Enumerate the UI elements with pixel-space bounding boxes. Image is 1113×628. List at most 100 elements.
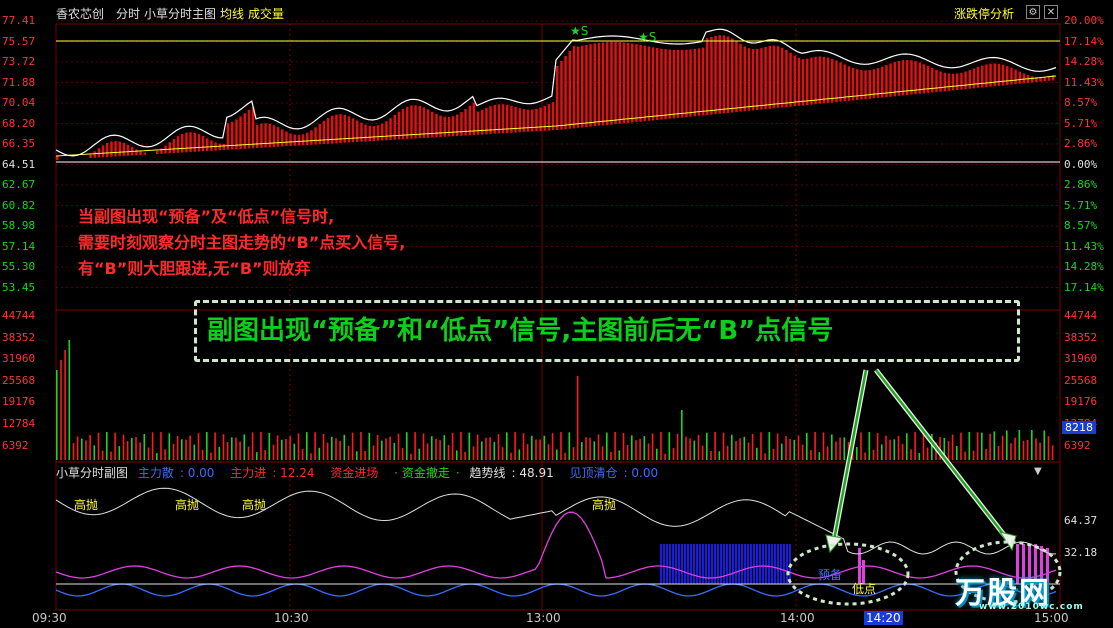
volume-bar: [76, 436, 79, 460]
volume-bar: [143, 434, 146, 460]
volume-bar: [739, 438, 741, 460]
volume-bar: [64, 350, 66, 460]
pct-tick-right: 11.43%: [1064, 75, 1104, 89]
volume-bar: [326, 442, 329, 460]
price-tick-left: 77.41: [2, 14, 36, 27]
fund-bar: [771, 544, 773, 584]
volume-bar: [489, 437, 491, 460]
volume-bar: [906, 433, 908, 460]
volume-bar: [1018, 430, 1021, 460]
volume-bar: [289, 436, 291, 460]
volume-bar: [297, 433, 300, 460]
volume-bar: [522, 433, 525, 460]
volume-bar: [60, 360, 62, 460]
volume-bar: [189, 435, 191, 460]
panel-title[interactable]: 涨跌停分析: [954, 5, 1014, 22]
volume-bar: [122, 434, 125, 460]
volume-bar: [276, 435, 279, 460]
volume-bar: [431, 436, 433, 460]
volume-bar: [756, 447, 758, 460]
volume-legend: 成交量: [248, 7, 285, 21]
time-label-1420[interactable]: 14:20: [864, 611, 903, 625]
fund-bar: [786, 544, 788, 584]
avg-line-legend: 均线: [220, 7, 245, 21]
high-sell-label-2: 高抛: [175, 498, 200, 512]
sub-chart-title[interactable]: 小草分时副图: [56, 466, 128, 480]
price-fill-bar: [193, 132, 196, 152]
volume-bar: [156, 453, 158, 460]
price-fill-bar: [272, 125, 276, 147]
volume-bar: [681, 410, 683, 460]
volume-bar: [126, 441, 129, 460]
volume-bar: [539, 439, 541, 460]
volume-bar: [343, 434, 346, 460]
volume-bar: [264, 450, 266, 460]
volume-bar: [426, 443, 429, 460]
stock-name[interactable]: 香农芯创: [56, 5, 104, 22]
volume-bar: [118, 446, 121, 460]
volume-bar: [385, 438, 387, 460]
price-fill-bar: [372, 126, 376, 141]
fund-bar: [726, 544, 728, 584]
settings-icon[interactable]: ⚙: [1026, 5, 1040, 19]
volume-bar: [260, 432, 262, 460]
price-fill-bar: [618, 42, 621, 124]
volume-bar: [806, 433, 808, 460]
volume-bar: [97, 432, 100, 460]
price-fill-bar: [581, 45, 584, 128]
sub-collapse-icon[interactable]: ▼: [1034, 466, 1042, 477]
volume-bar: [168, 433, 171, 460]
price-fill-bar: [276, 127, 280, 147]
volume-bar: [585, 437, 587, 460]
price-fill-bar: [701, 47, 705, 116]
chart-header: 香农芯创 分时 小草分时主图 均线 成交量 涨跌停分析 ⚙ ✕: [0, 0, 1113, 24]
volume-bar: [860, 432, 862, 460]
price-fill-bar: [172, 139, 176, 153]
volume-bar: [81, 438, 83, 460]
time-label-0930: 09:30: [32, 611, 67, 625]
volume-bar: [551, 433, 554, 460]
volume-bar: [339, 440, 341, 460]
pct-tick-right: 20.00%: [1064, 14, 1104, 27]
price-fill-bar: [726, 36, 730, 113]
price-fill-bar: [143, 152, 146, 155]
close-icon[interactable]: ✕: [1044, 5, 1058, 19]
volume-bar: [456, 450, 458, 460]
price-fill-bar: [568, 51, 571, 129]
volume-bar: [693, 440, 696, 460]
volume-bar: [985, 448, 987, 460]
volume-bar: [622, 432, 625, 460]
volume-bar: [272, 444, 275, 460]
price-tick-left: 70.04: [2, 96, 36, 109]
volume-tick-right: 44744: [1064, 309, 1098, 322]
volume-bar: [435, 438, 437, 460]
price-fill-bar: [797, 57, 801, 106]
price-fill-bar: [222, 143, 226, 150]
price-fill-bar: [735, 41, 738, 113]
volume-bar: [310, 453, 312, 460]
price-fill-bar: [831, 58, 834, 103]
fund-bar: [669, 544, 671, 584]
price-fill-bar: [301, 134, 305, 146]
volume-bar: [801, 444, 804, 460]
price-fill-bar: [414, 105, 417, 139]
volume-bar: [981, 432, 983, 460]
price-fill-bar: [318, 124, 321, 145]
volume-bar: [901, 443, 904, 460]
indicator-name[interactable]: 小草分时主图: [144, 5, 216, 22]
volume-bar: [751, 433, 754, 460]
volume-bar: [743, 436, 746, 460]
volume-bar: [714, 432, 716, 460]
volume-bar: [814, 432, 816, 460]
volume-bar: [543, 435, 546, 460]
mode-label[interactable]: 分时: [116, 5, 140, 22]
volume-bar: [1026, 440, 1029, 460]
price-tick-left: 62.67: [2, 178, 36, 191]
fund-bar: [693, 544, 695, 584]
price-fill-bar: [776, 46, 780, 108]
price-fill-bar: [668, 49, 671, 119]
price-fill-bar: [739, 43, 742, 112]
volume-bar: [731, 434, 733, 460]
volume-bar: [135, 437, 137, 460]
volume-tick-left: 31960: [2, 352, 36, 366]
